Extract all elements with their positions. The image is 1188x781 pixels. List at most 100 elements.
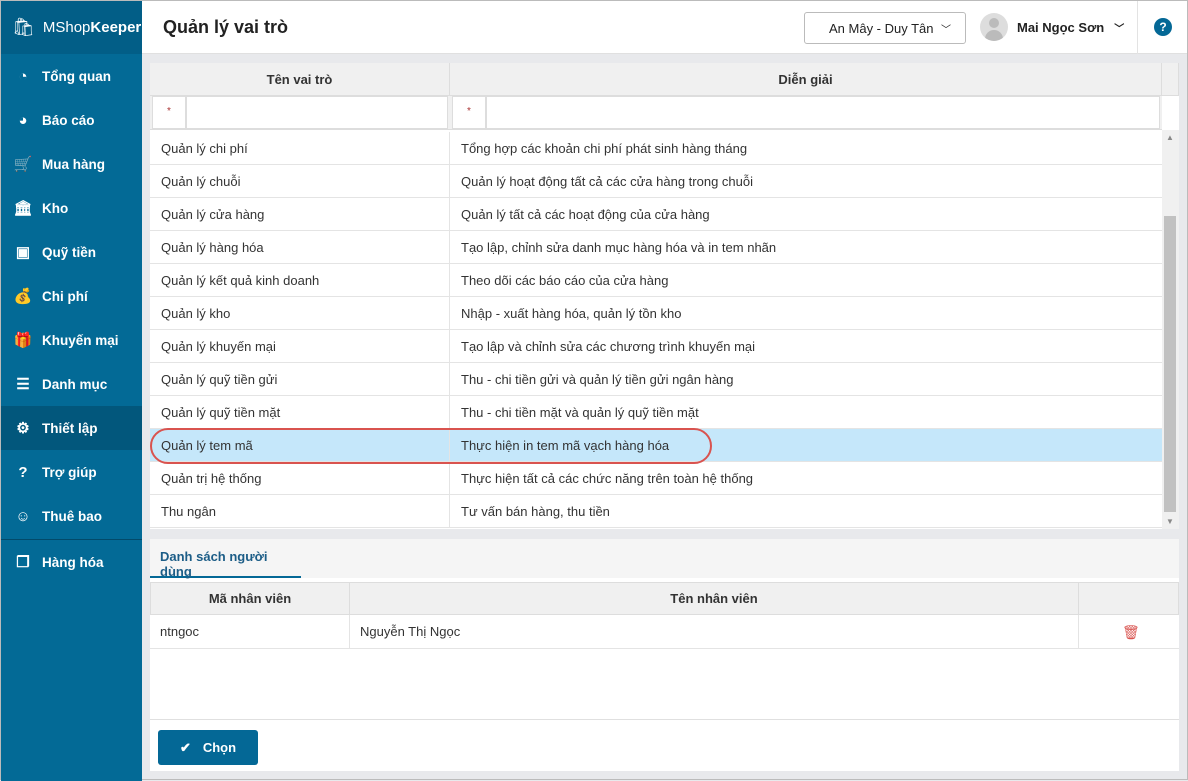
table-row[interactable]: Quản lý chuỗi Quản lý hoạt động tất cả cá… bbox=[150, 165, 1162, 198]
table-row[interactable]: Thu ngân Tư vấn bán hàng, thu tiền bbox=[150, 495, 1162, 528]
roles-table: Tên vai trò Diễn giải * * Quản lý chi ph… bbox=[150, 63, 1179, 529]
table-row[interactable]: Quản lý quỹ tiền gửi Thu - chi tiền gửi v… bbox=[150, 363, 1162, 396]
boxes-icon: ❒ bbox=[16, 554, 30, 571]
page-title: Quản lý vai trò bbox=[163, 17, 289, 37]
role-description: Thu - chi tiền mặt và quản lý quỹ tiền m… bbox=[461, 405, 699, 420]
sidebar-item-label: Thiết lập bbox=[42, 420, 98, 436]
choose-button[interactable]: ✔ Chọn bbox=[158, 730, 258, 765]
sidebar-item[interactable]: ◕ Báo cáo bbox=[1, 98, 142, 142]
footer: ✔ Chọn bbox=[150, 719, 1179, 771]
table-row[interactable]: ntngoc Nguyễn Thị Ngọc 🗑 bbox=[150, 615, 1179, 649]
sidebar-item-label: Chi phí bbox=[42, 288, 88, 304]
role-description: Tạo lập và chỉnh sửa các chương trình kh… bbox=[461, 339, 756, 354]
sidebar-item[interactable]: ⚙ Thiết lập bbox=[1, 406, 142, 450]
dashboard-icon: ◔ bbox=[18, 67, 28, 85]
column-header-employee-name[interactable]: Tên nhân viên bbox=[349, 582, 1079, 615]
trash-icon[interactable]: 🗑 bbox=[1122, 624, 1140, 641]
sidebar-item[interactable]: 💰 Chi phí bbox=[1, 274, 142, 318]
role-name: Thu ngân bbox=[150, 495, 450, 527]
employee-name: Nguyễn Thị Ngọc bbox=[350, 615, 1079, 648]
brand-bold: Keeper bbox=[90, 19, 142, 36]
table-row[interactable]: Quản lý hàng hóa Tạo lập, chỉnh sửa danh … bbox=[150, 231, 1162, 264]
choose-label: Chọn bbox=[202, 740, 237, 755]
sidebar-item[interactable]: 🏛 Kho bbox=[1, 186, 142, 230]
help-icon[interactable]: ? bbox=[1154, 18, 1172, 36]
sidebar-item[interactable]: ☰ Danh mục bbox=[1, 362, 142, 406]
store-name: An Mây - Duy Tân bbox=[829, 20, 934, 36]
gift-icon: 🎁 bbox=[13, 332, 33, 349]
sidebar-item-label: Kho bbox=[42, 200, 69, 216]
scroll-thumb[interactable] bbox=[1164, 216, 1176, 512]
tab-user-list[interactable]: Danh sách người dùng bbox=[150, 539, 301, 579]
header-spacer bbox=[1162, 63, 1179, 96]
sidebar-item-label: Báo cáo bbox=[42, 112, 95, 128]
shopping-bag-icon: 🛍 bbox=[12, 17, 35, 37]
scroll-up-icon[interactable]: ▲ bbox=[1166, 133, 1174, 142]
table-row[interactable]: Quản lý khuyến mại Tạo lập và chỉnh sửa c… bbox=[150, 330, 1162, 363]
chevron-down-icon: ﹀ bbox=[1114, 23, 1125, 35]
tab-bar: Danh sách người dùng bbox=[150, 539, 1179, 579]
table-row[interactable]: Quản lý quỹ tiền mặt Thu - chi tiền mặt v… bbox=[150, 396, 1162, 429]
role-description: Tư vấn bán hàng, thu tiền bbox=[461, 504, 610, 519]
user-name: Mai Ngọc Sơn bbox=[1017, 19, 1105, 35]
table-row[interactable]: Quản lý kho Nhập - xuất hàng hóa, quản lý… bbox=[150, 297, 1162, 330]
role-description: Thực hiện tất cả các chức năng trên toàn… bbox=[461, 471, 754, 486]
sidebar-item[interactable]: 🛒 Mua hàng bbox=[1, 142, 142, 186]
role-name: Quản lý quỹ tiền mặt bbox=[150, 396, 450, 428]
sidebar-item-label: Mua hàng bbox=[42, 156, 105, 172]
filter-operator-role-name[interactable]: * bbox=[152, 96, 186, 129]
role-name: Quản lý kho bbox=[150, 297, 450, 329]
chevron-down-icon: ﹀ bbox=[941, 25, 951, 36]
table-row[interactable]: Quản trị hệ thống Thực hiện tất cả các ch… bbox=[150, 462, 1162, 495]
sidebar: 🛍 MShop Keeper ◔ Tổng quan ◕ Báo cáo 🛒 Mua hàn… bbox=[1, 1, 142, 781]
vertical-scrollbar[interactable]: ▲ ▼ bbox=[1162, 130, 1179, 529]
role-name: Quản lý tem mã bbox=[150, 429, 450, 461]
sidebar-item-label: Hàng hóa bbox=[42, 554, 104, 570]
table-row[interactable]: Quản lý cửa hàng Quản lý tất cả các hoạt … bbox=[150, 198, 1162, 231]
filter-operator-description[interactable]: * bbox=[452, 96, 486, 129]
sidebar-item-label: Tổng quan bbox=[42, 68, 111, 84]
role-name: Quản lý quỹ tiền gửi bbox=[150, 363, 450, 395]
scroll-down-icon[interactable]: ▼ bbox=[1166, 517, 1174, 526]
brand-light: MShop bbox=[42, 19, 91, 36]
pie-chart-icon: ◕ bbox=[18, 111, 28, 129]
help-icon: ? bbox=[18, 463, 28, 481]
user-icon: ☺ bbox=[15, 507, 31, 525]
role-name: Quản lý chi phí bbox=[150, 132, 450, 164]
role-description: Thực hiện in tem mã vạch hàng hóa bbox=[461, 438, 670, 453]
users-panel: Danh sách người dùng Mã nhân viên Tên nh… bbox=[150, 539, 1179, 771]
role-name: Quản trị hệ thống bbox=[150, 462, 450, 494]
role-name: Quản lý kết quả kinh doanh bbox=[150, 264, 450, 296]
role-name: Quản lý chuỗi bbox=[150, 165, 450, 197]
filter-row: * * bbox=[150, 96, 1162, 130]
divider bbox=[1137, 1, 1138, 54]
money-bag-icon: 💰 bbox=[13, 288, 33, 305]
sidebar-item[interactable]: ? Trợ giúp bbox=[1, 450, 142, 494]
sidebar-item[interactable]: ❒ Hàng hóa bbox=[1, 540, 142, 584]
gear-icon: ⚙ bbox=[16, 420, 30, 437]
sidebar-item-label: Danh mục bbox=[42, 376, 108, 392]
user-menu[interactable]: Mai Ngọc Sơn ﹀ bbox=[980, 13, 1124, 41]
avatar bbox=[980, 13, 1008, 41]
filter-input-role-name[interactable] bbox=[186, 96, 448, 129]
column-header-employee-code[interactable]: Mã nhân viên bbox=[150, 582, 350, 615]
role-description: Thu - chi tiền gửi và quản lý tiền gửi n… bbox=[461, 372, 734, 387]
list-icon: ☰ bbox=[16, 376, 30, 393]
sidebar-item[interactable]: ☺ Thuê bao bbox=[1, 494, 142, 538]
column-header-role-name[interactable]: Tên vai trò bbox=[150, 63, 450, 96]
logo[interactable]: 🛍 MShop Keeper bbox=[1, 1, 142, 54]
table-row[interactable]: Quản lý chi phí Tổng hợp các khoản chi ph… bbox=[150, 132, 1162, 165]
sidebar-item-label: Trợ giúp bbox=[42, 464, 97, 480]
table-row[interactable]: Quản lý kết quả kinh doanh Theo dõi các b… bbox=[150, 264, 1162, 297]
sidebar-item[interactable]: ◔ Tổng quan bbox=[1, 54, 142, 98]
table-row[interactable]: Quản lý tem mã Thực hiện in tem mã vạch h… bbox=[150, 429, 1162, 462]
sidebar-item[interactable]: ▣ Quỹ tiền bbox=[1, 230, 142, 274]
role-description: Quản lý hoạt động tất cả các cửa hàng tr… bbox=[461, 174, 754, 189]
filter-input-description[interactable] bbox=[486, 96, 1160, 129]
role-name: Quản lý hàng hóa bbox=[150, 231, 450, 263]
sidebar-item[interactable]: 🎁 Khuyến mại bbox=[1, 318, 142, 362]
column-header-description[interactable]: Diễn giải bbox=[450, 63, 1162, 96]
store-selector[interactable]: An Mây - Duy Tân ﹀ bbox=[804, 12, 966, 44]
role-name: Quản lý cửa hàng bbox=[150, 198, 450, 230]
role-description: Nhập - xuất hàng hóa, quản lý tồn kho bbox=[461, 306, 682, 321]
